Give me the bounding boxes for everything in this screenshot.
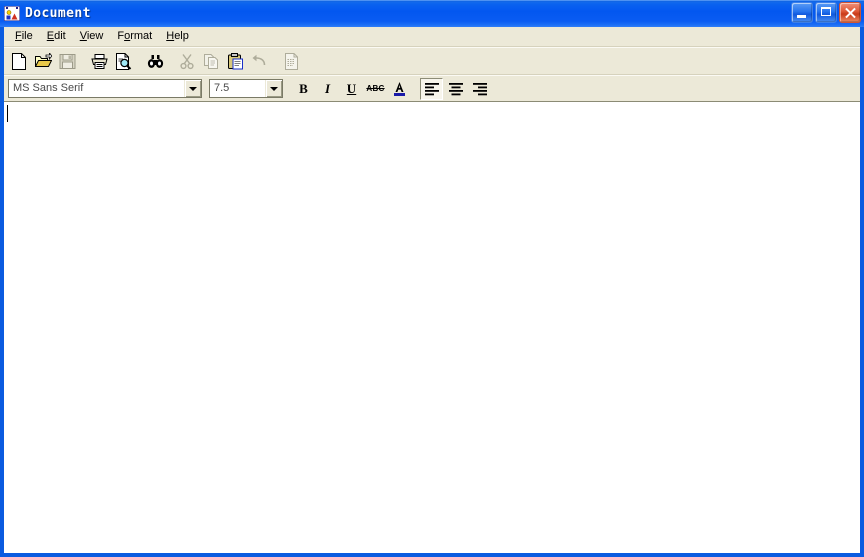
close-button[interactable]	[839, 2, 861, 23]
document-edit-area[interactable]	[4, 101, 860, 553]
clipboard-icon[interactable]	[224, 50, 247, 72]
floppy-disk-icon	[56, 50, 79, 72]
menu-item-help[interactable]: Help	[159, 28, 196, 45]
open-folder-icon[interactable]	[32, 50, 55, 72]
font-color-button[interactable]	[388, 78, 411, 100]
align-center-button[interactable]	[444, 78, 467, 100]
strikethrough-button[interactable]: ABC	[364, 78, 387, 100]
align-right-icon	[472, 82, 487, 95]
wordpad-document-icon	[3, 5, 21, 22]
align-right-button[interactable]	[468, 78, 491, 100]
italic-label: I	[324, 81, 331, 96]
scissors-icon	[176, 50, 199, 72]
date-time-icon	[280, 50, 303, 72]
underline-label: U	[346, 81, 357, 96]
standard-toolbar	[4, 48, 860, 74]
font-size-value: 7.5	[214, 82, 230, 94]
title-bar[interactable]: Document	[0, 0, 864, 27]
menu-item-file[interactable]: File	[8, 28, 40, 45]
undo-arrow-icon	[248, 50, 271, 72]
copy-pages-icon	[200, 50, 223, 72]
bold-button[interactable]: B	[292, 78, 315, 100]
align-left-icon	[424, 82, 439, 95]
font-color-icon	[394, 82, 405, 96]
italic-button[interactable]: I	[316, 78, 339, 100]
menu-bar: File Edit View Format Help	[4, 27, 860, 46]
client-area: File Edit View Format Help MS Sans Serif…	[4, 27, 860, 553]
window-title: Document	[25, 6, 91, 21]
text-caret	[7, 105, 8, 122]
printer-icon[interactable]	[88, 50, 111, 72]
font-name-value: MS Sans Serif	[13, 82, 84, 94]
new-document-icon[interactable]	[8, 50, 31, 72]
bold-label: B	[299, 81, 308, 96]
font-size-chevron-down-icon[interactable]	[265, 80, 282, 97]
binoculars-icon[interactable]	[144, 50, 167, 72]
align-center-icon	[448, 82, 463, 95]
minimize-button[interactable]	[791, 2, 813, 23]
strikethrough-label: ABC	[366, 83, 385, 93]
menu-item-edit[interactable]: Edit	[40, 28, 73, 45]
menu-item-format[interactable]: Format	[110, 28, 159, 45]
wordpad-window: Document File Edit View Format Help MS S…	[0, 0, 864, 557]
align-left-button[interactable]	[420, 77, 443, 100]
font-name-combo[interactable]: MS Sans Serif	[8, 79, 202, 98]
font-size-combo[interactable]: 7.5	[209, 79, 283, 98]
format-bar: MS Sans Serif 7.5 B I U ABC	[4, 76, 860, 101]
page-magnifier-icon[interactable]	[112, 50, 135, 72]
maximize-button[interactable]	[815, 2, 837, 23]
font-name-chevron-down-icon[interactable]	[184, 80, 201, 97]
menu-item-view[interactable]: View	[73, 28, 111, 45]
underline-button[interactable]: U	[340, 78, 363, 100]
caption-button-group	[791, 2, 861, 23]
